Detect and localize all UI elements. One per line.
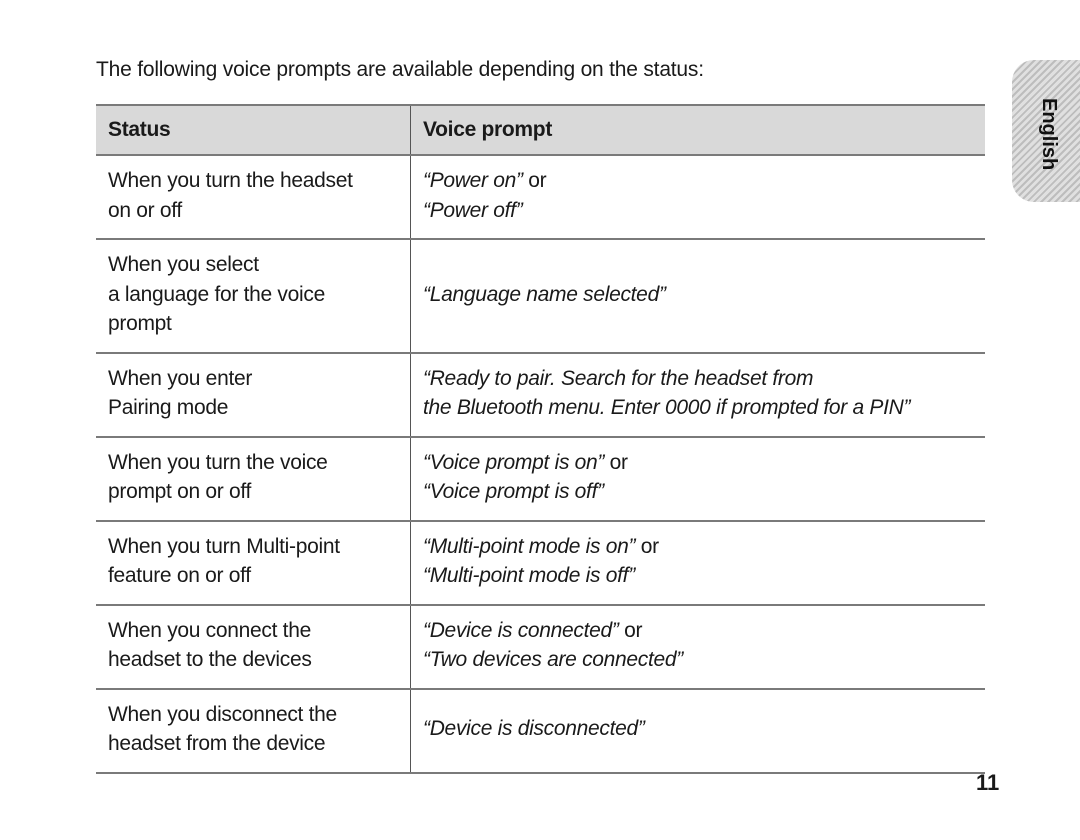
prompt-line: “Two devices are connected” bbox=[423, 645, 973, 675]
status-line: prompt on or off bbox=[108, 480, 252, 503]
prompt-cell: “Device is disconnected” bbox=[410, 688, 985, 774]
prompt-line: “Language name selected” bbox=[423, 280, 973, 310]
table-row: When you enter Pairing mode “Ready to pair… bbox=[96, 352, 985, 438]
status-line: headset to the devices bbox=[108, 648, 312, 671]
voice-prompt-table: Status Voice prompt When you turn the he… bbox=[96, 104, 985, 774]
prompt-cell: “Ready to pair. Search for the headset f… bbox=[410, 352, 985, 438]
status-cell: When you connect the headset to the devic… bbox=[96, 604, 411, 690]
status-cell: When you disconnect the headset from the … bbox=[96, 688, 411, 774]
table-row: When you connect the headset to the devic… bbox=[96, 604, 985, 690]
status-line: When you turn Multi-point bbox=[108, 534, 340, 558]
or-connector: or bbox=[618, 618, 643, 642]
status-line: feature on or off bbox=[108, 564, 251, 587]
table-row: When you select a language for the voice p… bbox=[96, 239, 985, 354]
prompt-text: “Device is connected” bbox=[423, 618, 619, 642]
prompt-line: “Multi-point mode is off” bbox=[423, 561, 973, 591]
status-line: headset from the device bbox=[108, 732, 326, 755]
prompt-text: “Power off” bbox=[423, 198, 523, 222]
status-line: on or off bbox=[108, 198, 182, 222]
prompt-text: “Device is disconnected” bbox=[423, 717, 645, 741]
table-row: When you turn the headset on or off “Power… bbox=[96, 155, 985, 240]
prompt-line: “Device is connected” or bbox=[423, 616, 973, 646]
status-cell: When you select a language for the voice p… bbox=[96, 239, 411, 354]
prompt-text: “Power on” bbox=[423, 169, 523, 192]
prompt-text: “Voice prompt is off” bbox=[423, 480, 604, 503]
prompt-cell: “Power on” or “Power off” bbox=[410, 155, 985, 240]
prompt-line: “Multi-point mode is on” or bbox=[423, 532, 973, 562]
header-status: Status bbox=[96, 104, 411, 156]
prompt-cell: “Language name selected” bbox=[410, 239, 985, 354]
prompt-line: the Bluetooth menu. Enter 0000 if prompt… bbox=[423, 393, 973, 423]
prompt-line: “Power off” bbox=[423, 196, 973, 226]
status-cell: When you turn the headset on or off bbox=[96, 155, 411, 240]
table-row: When you turn Multi-point feature on or o… bbox=[96, 520, 985, 606]
prompt-text: “Language name selected” bbox=[423, 282, 666, 306]
status-line: When you connect the bbox=[108, 618, 311, 642]
status-line: When you enter bbox=[108, 366, 253, 390]
prompt-line: “Voice prompt is on” or bbox=[423, 448, 973, 478]
table-header-row: Status Voice prompt bbox=[96, 104, 985, 156]
table-row: When you turn the voice prompt on or off “… bbox=[96, 436, 985, 522]
header-voice-prompt: Voice prompt bbox=[410, 104, 985, 156]
prompt-line: “Voice prompt is off” bbox=[423, 477, 973, 507]
intro-text: The following voice prompts are availabl… bbox=[96, 58, 704, 81]
status-line: Pairing mode bbox=[108, 396, 229, 419]
prompt-text: “Multi-point mode is on” bbox=[423, 534, 636, 558]
status-line: When you turn the headset bbox=[108, 169, 353, 192]
language-tab-label: English bbox=[1038, 98, 1060, 171]
status-line: When you turn the voice bbox=[108, 450, 328, 474]
status-cell: When you turn the voice prompt on or off bbox=[96, 436, 411, 522]
prompt-text: “Two devices are connected” bbox=[423, 648, 683, 671]
language-tab: English bbox=[1012, 60, 1080, 202]
status-line: When you disconnect the bbox=[108, 702, 337, 726]
prompt-line: “Power on” or bbox=[423, 166, 973, 196]
prompt-text: “Voice prompt is on” bbox=[423, 450, 605, 474]
status-line: prompt bbox=[108, 312, 172, 335]
page-number: 11 bbox=[976, 770, 1000, 795]
or-connector: or bbox=[604, 450, 628, 474]
table-row: When you disconnect the headset from the … bbox=[96, 688, 985, 774]
prompt-line: “Device is disconnected” bbox=[423, 714, 973, 744]
status-line: a language for the voice bbox=[108, 282, 325, 306]
prompt-line: “Ready to pair. Search for the headset f… bbox=[423, 364, 973, 394]
prompt-cell: “Voice prompt is on” or “Voice prompt is … bbox=[410, 436, 985, 522]
status-cell: When you turn Multi-point feature on or o… bbox=[96, 520, 411, 606]
or-connector: or bbox=[522, 169, 547, 192]
prompt-text: “Ready to pair. Search for the headset f… bbox=[423, 366, 814, 390]
status-cell: When you enter Pairing mode bbox=[96, 352, 411, 438]
prompt-text: “Multi-point mode is off” bbox=[423, 564, 635, 587]
status-line: When you select bbox=[108, 253, 259, 276]
prompt-cell: “Device is connected” or “Two devices are… bbox=[410, 604, 985, 690]
prompt-cell: “Multi-point mode is on” or “Multi-point … bbox=[410, 520, 985, 606]
or-connector: or bbox=[635, 534, 659, 558]
prompt-text: the Bluetooth menu. Enter 0000 if prompt… bbox=[423, 396, 911, 419]
